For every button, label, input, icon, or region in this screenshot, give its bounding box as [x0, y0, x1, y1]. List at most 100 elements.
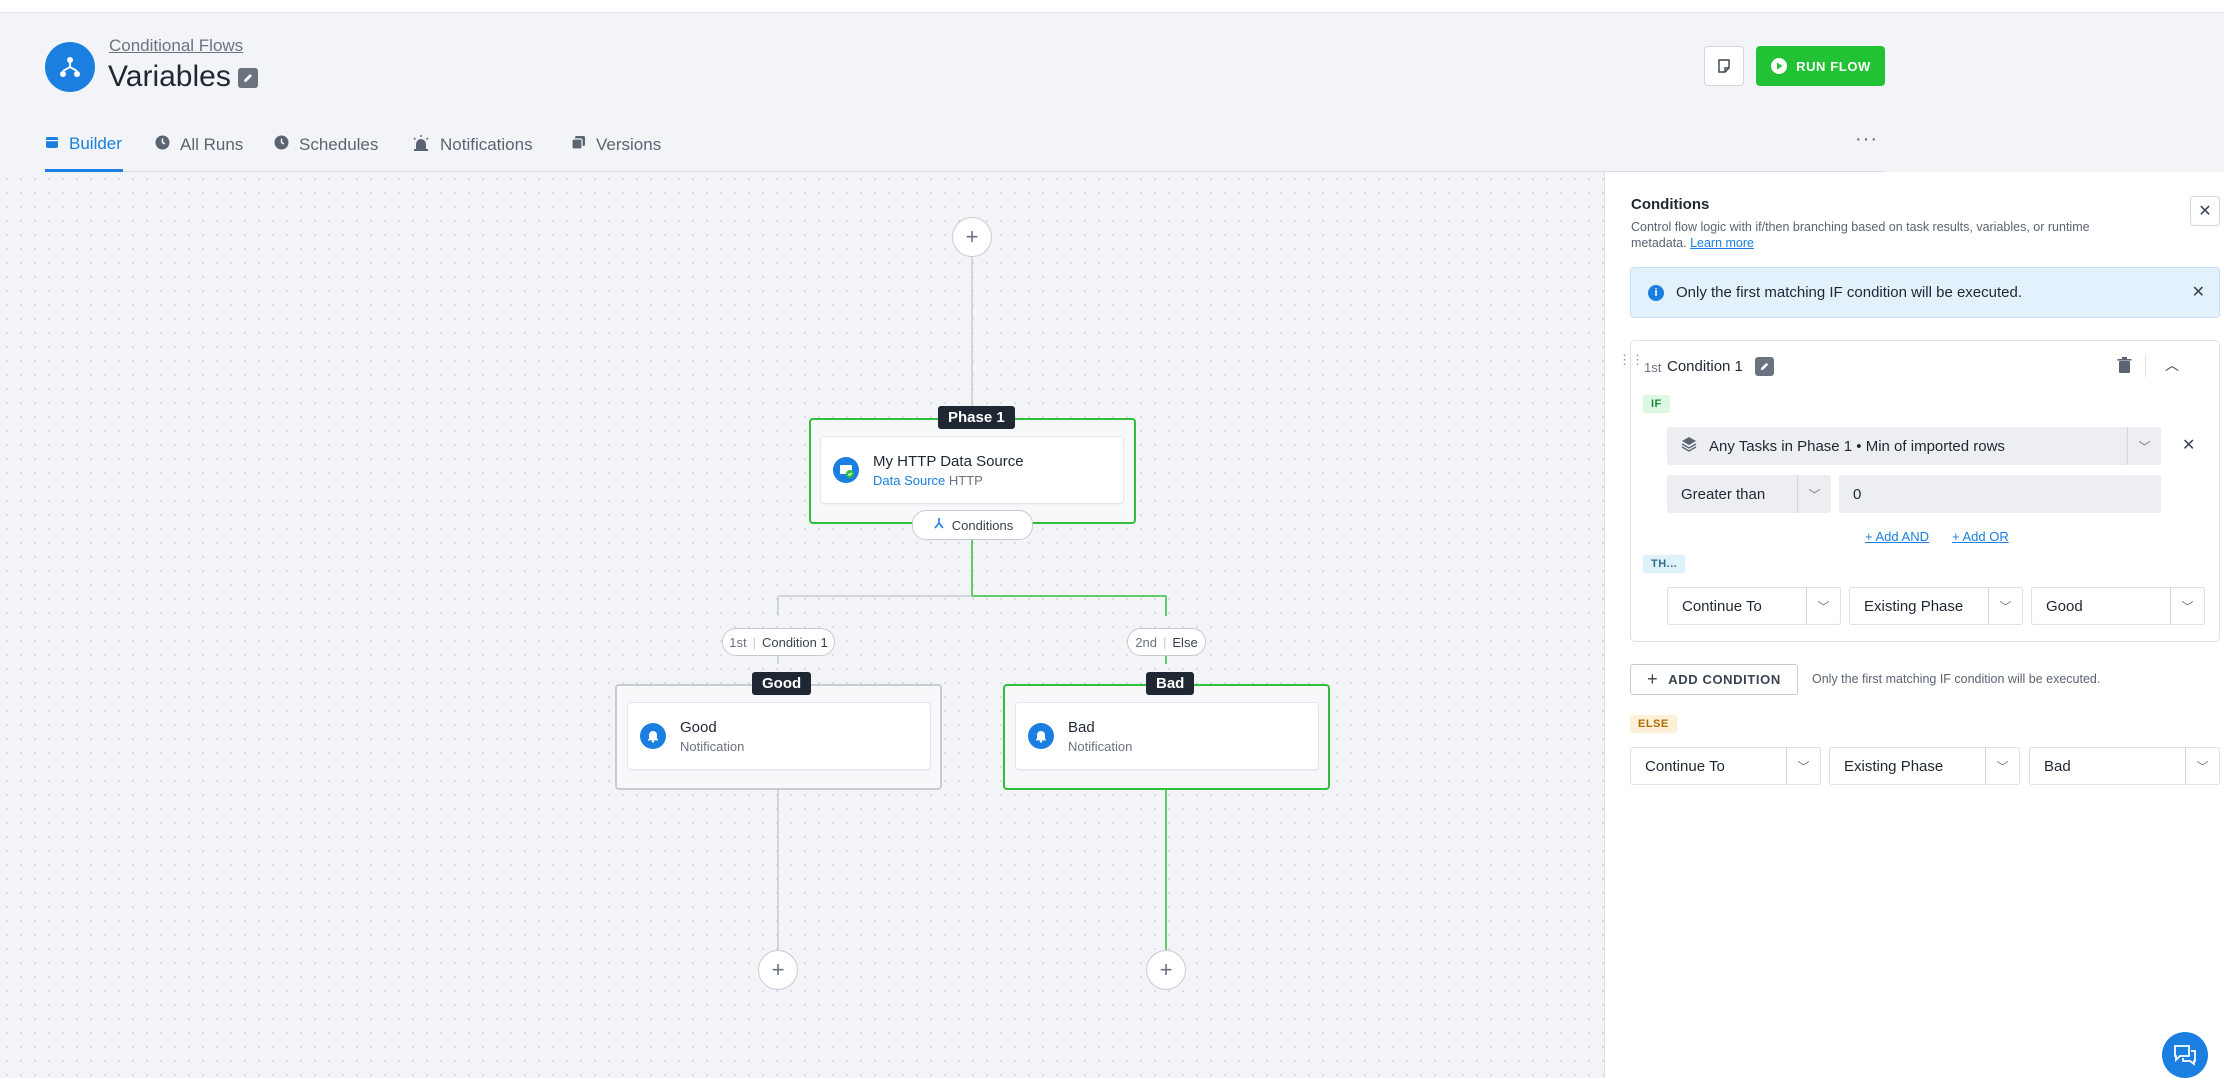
tab-label: Notifications	[440, 135, 533, 154]
operator-value: Greater than	[1681, 485, 1766, 503]
layers-icon	[1681, 436, 1697, 456]
remove-rule-icon[interactable]: ✕	[2182, 435, 2195, 455]
good-notification-task[interactable]: Good Notification	[627, 702, 931, 770]
chevron-down-icon: ﹀	[2170, 588, 2204, 624]
else-target-type-value: Existing Phase	[1844, 757, 1944, 775]
add-phase-good-button[interactable]: +	[758, 950, 798, 990]
breadcrumb[interactable]: Conditional Flows	[109, 36, 243, 56]
branch-condition-1-pill[interactable]: 1st | Condition 1	[722, 628, 835, 656]
http-data-source-task[interactable]: My HTTP Data Source Data Source HTTP	[820, 436, 1124, 504]
add-condition-note: Only the first matching IF condition wil…	[1812, 672, 2101, 686]
branch-order: 2nd	[1135, 634, 1157, 650]
then-action-select[interactable]: Continue To ﹀	[1667, 587, 1841, 625]
tab-schedules[interactable]: Schedules	[274, 118, 378, 172]
bad-notification-task[interactable]: Bad Notification	[1015, 702, 1319, 770]
close-panel-button[interactable]: ✕	[2190, 196, 2220, 226]
value-input[interactable]: 0	[1839, 475, 2161, 513]
top-bar	[0, 0, 2224, 13]
flow-connectors	[777, 257, 1167, 950]
then-target-type-select[interactable]: Existing Phase ﹀	[1849, 587, 2023, 625]
chat-support-icon[interactable]	[2162, 1032, 2208, 1078]
add-condition-label: ADD CONDITION	[1668, 672, 1781, 687]
task-type: Data Source	[873, 472, 946, 488]
else-target-type-select[interactable]: Existing Phase ﹀	[1829, 747, 2020, 785]
chevron-down-icon: ﹀	[1985, 748, 2019, 784]
task-title: Bad	[1068, 718, 1095, 736]
tab-label: All Runs	[180, 135, 244, 154]
alarm-icon	[412, 134, 430, 156]
drag-handle-icon[interactable]: ⋮⋮	[1618, 353, 1644, 366]
plus-icon: +	[1647, 669, 1659, 689]
calendar-icon	[45, 134, 59, 154]
tab-all-runs[interactable]: All Runs	[155, 118, 243, 172]
condition-source-select[interactable]: Any Tasks in Phase 1 • Min of imported r…	[1667, 427, 2161, 465]
close-info-icon[interactable]: ✕	[2192, 282, 2205, 302]
conditions-pill[interactable]: Conditions	[912, 510, 1033, 540]
add-condition-button[interactable]: + ADD CONDITION	[1630, 664, 1798, 695]
edit-condition-icon[interactable]	[1755, 357, 1774, 376]
header: Conditional Flows Variables RUN FLOW Bui…	[0, 13, 1885, 172]
else-badge: ELSE	[1630, 715, 1677, 733]
play-icon	[1771, 58, 1788, 74]
clock-icon	[155, 135, 170, 155]
edit-title-icon[interactable]	[238, 68, 258, 88]
flow-logo-icon	[45, 42, 95, 92]
run-flow-label: RUN FLOW	[1796, 58, 1871, 74]
chevron-down-icon: ﹀	[2185, 748, 2219, 784]
trash-icon[interactable]	[2117, 357, 2132, 379]
clock-icon	[274, 135, 289, 155]
chevron-down-icon: ﹀	[1806, 588, 1840, 624]
tab-builder[interactable]: Builder	[45, 118, 123, 172]
panel-description: Control flow logic with if/then branchin…	[1631, 220, 2090, 250]
else-action-value: Continue To	[1645, 757, 1725, 775]
page-title: Variables	[108, 60, 231, 93]
copy-icon	[571, 135, 586, 155]
note-button[interactable]	[1704, 46, 1744, 86]
tab-label: Versions	[596, 135, 662, 154]
branch-order: 1st	[729, 634, 747, 650]
info-text: Only the first matching IF condition wil…	[1676, 284, 2022, 301]
task-sub: Notification	[680, 738, 745, 754]
branch-name: Else	[1172, 634, 1198, 650]
branch-else-pill[interactable]: 2nd | Else	[1127, 628, 1206, 656]
learn-more-link[interactable]: Learn more	[1690, 236, 1754, 250]
flow-canvas[interactable]: + Phase 1 My HTTP Data Source Data Sourc…	[0, 172, 1604, 1078]
then-target-value: Good	[2046, 597, 2083, 615]
branch-icon	[932, 517, 946, 534]
chevron-down-icon: ﹀	[1797, 475, 1831, 513]
tab-notifications[interactable]: Notifications	[412, 118, 533, 172]
tab-label: Builder	[69, 133, 122, 153]
more-icon[interactable]: ···	[1855, 128, 1878, 151]
then-action-value: Continue To	[1682, 597, 1762, 615]
then-badge: TH...	[1643, 555, 1686, 573]
collapse-chevron-icon[interactable]: ︿	[2165, 355, 2179, 375]
condition-source-value: Any Tasks in Phase 1 • Min of imported r…	[1709, 437, 2005, 455]
if-badge: IF	[1643, 395, 1670, 413]
add-and-link[interactable]: + Add AND	[1865, 529, 1929, 544]
bad-phase-label: Bad	[1146, 672, 1195, 695]
chevron-down-icon: ﹀	[2127, 427, 2161, 465]
tab-bar: Builder All Runs Schedules Notifications…	[45, 118, 1885, 172]
task-title: Good	[680, 718, 717, 736]
task-title: My HTTP Data Source	[873, 452, 1024, 470]
else-target-select[interactable]: Bad ﹀	[2029, 747, 2220, 785]
add-phase-top-button[interactable]: +	[952, 217, 992, 257]
chevron-down-icon: ﹀	[1988, 588, 2022, 624]
else-target-value: Bad	[2044, 757, 2071, 775]
else-action-select[interactable]: Continue To ﹀	[1630, 747, 1821, 785]
operator-select[interactable]: Greater than ﹀	[1667, 475, 1831, 513]
phase-1-label: Phase 1	[938, 406, 1015, 429]
add-or-link[interactable]: + Add OR	[1952, 529, 2009, 544]
info-banner: i Only the first matching IF condition w…	[1630, 267, 2220, 318]
condition-card: ⋮⋮ 1st Condition 1 ︿ IF Any Tasks in Pha…	[1618, 340, 2220, 642]
add-phase-bad-button[interactable]: +	[1146, 950, 1186, 990]
then-target-select[interactable]: Good ﹀	[2031, 587, 2205, 625]
tab-versions[interactable]: Versions	[571, 118, 661, 172]
run-flow-button[interactable]: RUN FLOW	[1756, 46, 1885, 86]
condition-order: 1st	[1644, 360, 1662, 375]
then-target-type-value: Existing Phase	[1864, 597, 1964, 615]
task-kind: HTTP	[948, 472, 983, 488]
tab-label: Schedules	[299, 135, 379, 154]
good-phase-label: Good	[752, 672, 812, 695]
branch-name: Condition 1	[761, 634, 828, 650]
